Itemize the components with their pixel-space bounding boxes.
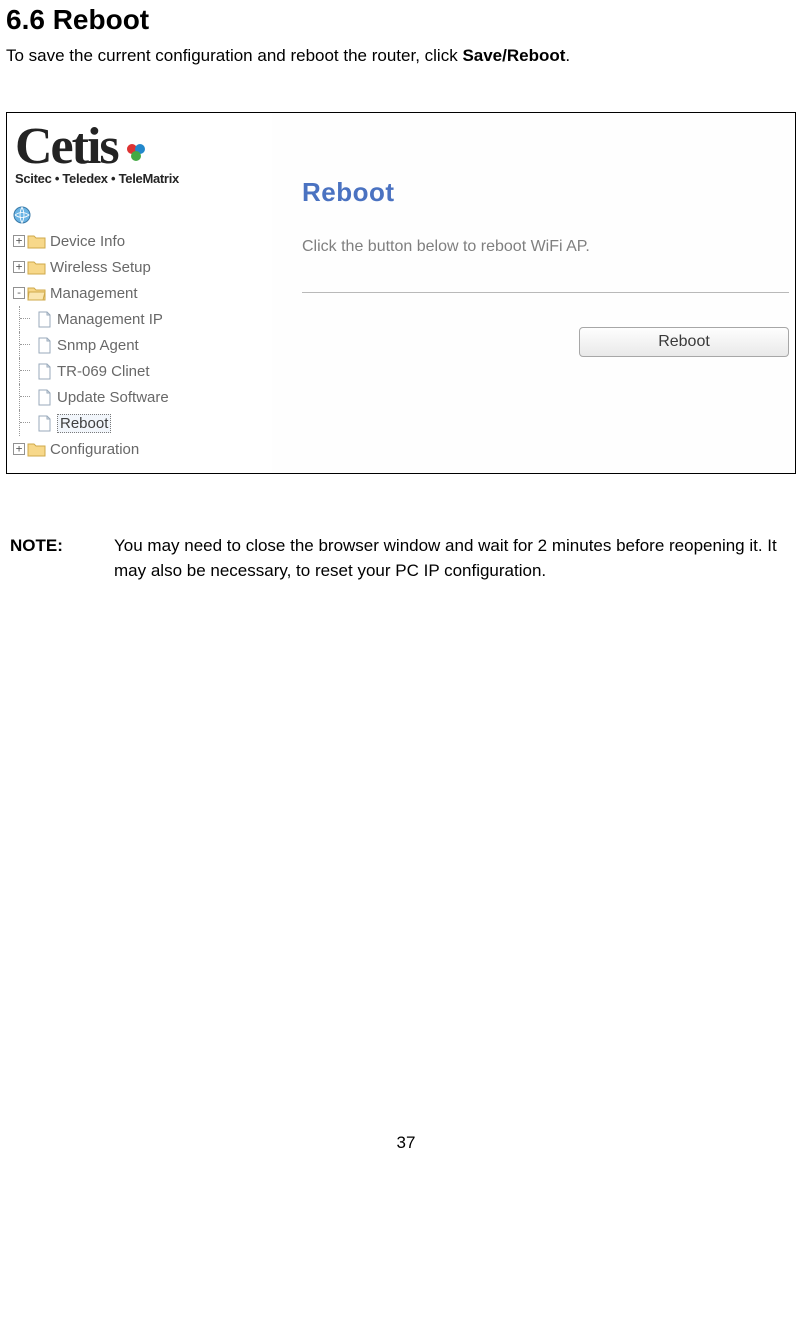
tree-line xyxy=(19,358,37,384)
nav-tree: + Device Info + Wireless Setup - xyxy=(13,202,272,462)
collapse-icon[interactable]: - xyxy=(13,287,25,299)
note-block: NOTE: You may need to close the browser … xyxy=(6,534,806,583)
tree-item-snmp-agent[interactable]: Snmp Agent xyxy=(13,332,272,358)
tree-line xyxy=(19,384,37,410)
intro-text: To save the current configuration and re… xyxy=(6,46,806,66)
intro-post: . xyxy=(565,46,570,65)
brand-orb-icon xyxy=(126,142,146,167)
tree-label: Configuration xyxy=(50,441,139,458)
note-text: You may need to close the browser window… xyxy=(114,534,796,583)
tree-label: Snmp Agent xyxy=(57,337,139,354)
tree-item-management-ip[interactable]: Management IP xyxy=(13,306,272,332)
reboot-button[interactable]: Reboot xyxy=(579,327,789,357)
page-icon xyxy=(37,415,52,432)
intro-bold: Save/Reboot xyxy=(462,46,565,65)
tree-item-wireless-setup[interactable]: + Wireless Setup xyxy=(13,254,272,280)
tree-label: Device Info xyxy=(50,233,125,250)
folder-icon xyxy=(27,234,46,249)
tree-item-tr069[interactable]: TR-069 Clinet xyxy=(13,358,272,384)
tree-item-management[interactable]: - Management xyxy=(13,280,272,306)
divider xyxy=(302,292,789,293)
expand-icon[interactable]: + xyxy=(13,443,25,455)
tree-root[interactable] xyxy=(13,202,272,228)
page-number: 37 xyxy=(6,1133,806,1173)
panel-description: Click the button below to reboot WiFi AP… xyxy=(302,238,789,256)
page-icon xyxy=(37,363,52,380)
tree-line xyxy=(19,306,37,332)
router-ui-screenshot: Cetis Scitec • Teledex • TeleMatrix xyxy=(6,112,796,474)
intro-pre: To save the current configuration and re… xyxy=(6,46,462,65)
tree-label-selected: Reboot xyxy=(57,414,111,433)
note-label: NOTE: xyxy=(10,534,114,583)
expand-icon[interactable]: + xyxy=(13,235,25,247)
brand-logo: Cetis Scitec • Teledex • TeleMatrix xyxy=(13,119,272,188)
tree-label: Wireless Setup xyxy=(50,259,151,276)
expand-icon[interactable]: + xyxy=(13,261,25,273)
globe-icon xyxy=(13,206,31,224)
tree-item-configuration[interactable]: + Configuration xyxy=(13,436,272,462)
tree-label: TR-069 Clinet xyxy=(57,363,150,380)
tree-item-reboot[interactable]: Reboot xyxy=(13,410,272,436)
tree-label: Management xyxy=(50,285,138,302)
section-heading: 6.6 Reboot xyxy=(6,4,806,36)
tree-label: Update Software xyxy=(57,389,169,406)
sidebar: Cetis Scitec • Teledex • TeleMatrix xyxy=(7,113,272,473)
tree-item-device-info[interactable]: + Device Info xyxy=(13,228,272,254)
tree-line xyxy=(19,332,37,358)
folder-open-icon xyxy=(27,286,46,301)
brand-name: Cetis xyxy=(15,118,118,175)
page-icon xyxy=(37,337,52,354)
main-panel: Reboot Click the button below to reboot … xyxy=(272,113,795,473)
page-icon xyxy=(37,311,52,328)
tree-label: Management IP xyxy=(57,311,163,328)
folder-icon xyxy=(27,442,46,457)
page-icon xyxy=(37,389,52,406)
folder-icon xyxy=(27,260,46,275)
panel-heading: Reboot xyxy=(302,177,789,208)
tree-item-update-software[interactable]: Update Software xyxy=(13,384,272,410)
brand-subtitle: Scitec • Teledex • TeleMatrix xyxy=(15,171,268,186)
tree-line xyxy=(19,410,37,436)
